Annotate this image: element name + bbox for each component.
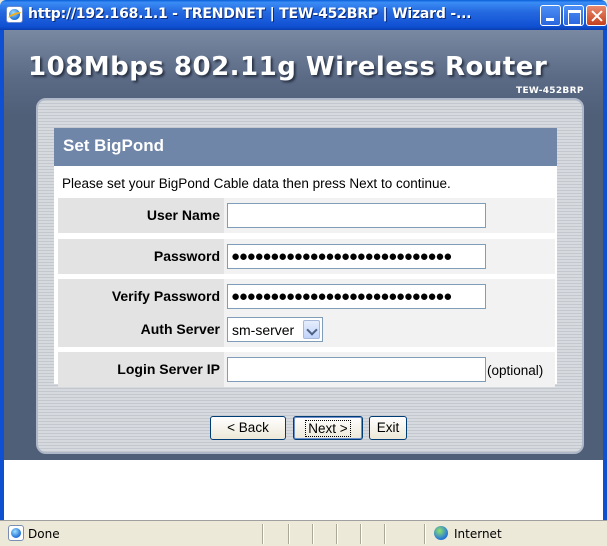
- chevron-down-icon[interactable]: [303, 320, 320, 339]
- next-button-label: Next >: [305, 420, 351, 437]
- password-mask: ●●●●●●●●●●●●●●●●●●●●●●●●●●●●: [231, 249, 452, 264]
- banner-model: TEW-452BRP: [516, 86, 584, 96]
- status-bar: Done Internet: [0, 520, 607, 546]
- verify-password-mask: ●●●●●●●●●●●●●●●●●●●●●●●●●●●●: [231, 289, 452, 304]
- auth-server-cell: sm-server: [224, 312, 555, 347]
- banner-title: 108Mbps 802.11g Wireless Router: [28, 52, 548, 82]
- status-separator: [424, 524, 426, 544]
- status-separator: [288, 524, 290, 544]
- ie-page-icon: [6, 6, 23, 23]
- verify-password-cell: ●●●●●●●●●●●●●●●●●●●●●●●●●●●●: [224, 279, 555, 314]
- status-text: Done: [28, 527, 60, 541]
- next-button[interactable]: Next >: [293, 416, 363, 440]
- optional-note: (optional): [487, 363, 544, 378]
- instructions-text: Please set your BigPond Cable data then …: [62, 176, 451, 191]
- window-title: http://192.168.1.1 - TRENDNET | TEW-452B…: [28, 6, 472, 22]
- user-name-label: User Name: [146, 207, 220, 223]
- login-server-ip-row: Login Server IP (optional): [58, 352, 555, 387]
- status-separator: [312, 524, 314, 544]
- exit-button[interactable]: Exit: [369, 416, 407, 440]
- user-name-row: User Name: [58, 198, 555, 233]
- internet-globe-icon: [434, 526, 448, 540]
- section-title: Set BigPond: [54, 128, 557, 166]
- user-name-input[interactable]: [227, 203, 486, 228]
- login-server-ip-input[interactable]: [227, 357, 486, 382]
- minimize-icon[interactable]: [540, 5, 561, 26]
- page-done-icon: [8, 525, 24, 541]
- auth-server-label: Auth Server: [140, 321, 220, 337]
- password-row: Password ●●●●●●●●●●●●●●●●●●●●●●●●●●●●: [58, 239, 555, 274]
- password-input[interactable]: ●●●●●●●●●●●●●●●●●●●●●●●●●●●●: [227, 244, 486, 269]
- status-separator: [336, 524, 338, 544]
- status-separator: [384, 524, 386, 544]
- security-zone-text: Internet: [454, 527, 502, 541]
- verify-password-row: Verify Password ●●●●●●●●●●●●●●●●●●●●●●●●…: [58, 279, 555, 314]
- maximize-icon[interactable]: [563, 5, 584, 26]
- status-separator: [360, 524, 362, 544]
- status-separator: [262, 524, 264, 544]
- auth-server-row: Auth Server sm-server: [58, 312, 555, 347]
- verify-password-input[interactable]: ●●●●●●●●●●●●●●●●●●●●●●●●●●●●: [227, 284, 486, 309]
- login-server-ip-label: Login Server IP: [117, 361, 220, 377]
- title-bar: http://192.168.1.1 - TRENDNET | TEW-452B…: [0, 0, 607, 30]
- user-name-cell: [224, 198, 555, 233]
- password-label: Password: [153, 248, 220, 264]
- login-server-ip-cell: (optional): [224, 352, 555, 387]
- back-button[interactable]: < Back: [210, 416, 286, 440]
- password-cell: ●●●●●●●●●●●●●●●●●●●●●●●●●●●●: [224, 239, 555, 274]
- auth-server-value: sm-server: [232, 322, 295, 338]
- verify-password-label: Verify Password: [111, 288, 220, 304]
- browser-blank-area: [0, 460, 607, 520]
- auth-server-select[interactable]: sm-server: [227, 317, 323, 342]
- close-icon[interactable]: [586, 5, 607, 26]
